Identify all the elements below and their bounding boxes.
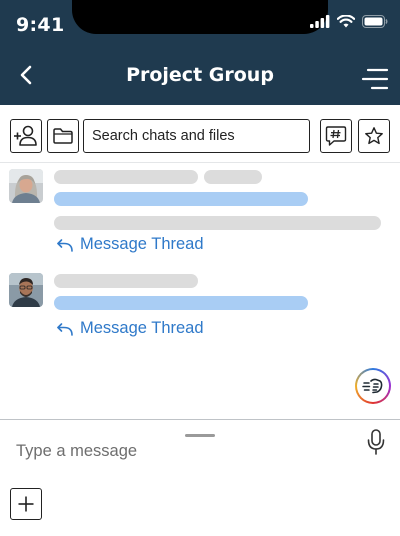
- app-header: 9:41 Project Group: [0, 0, 400, 105]
- message-input[interactable]: Type a message: [16, 442, 336, 464]
- link-placeholder[interactable]: [54, 296, 308, 310]
- menu-icon: [361, 68, 389, 90]
- message-text-placeholder: [54, 216, 381, 230]
- avatar[interactable]: [9, 273, 43, 307]
- user-photo: [9, 273, 43, 307]
- hashtag-chat-icon: [325, 126, 347, 146]
- folder-icon: [53, 128, 73, 144]
- add-user-icon: [14, 125, 37, 146]
- message-input-placeholder: Type a message: [16, 442, 138, 460]
- message-thread-link[interactable]: Message Thread: [56, 319, 204, 338]
- sender-name-placeholder: [54, 274, 198, 288]
- files-button[interactable]: [47, 119, 79, 153]
- timestamp-placeholder: [204, 170, 262, 184]
- status-time: 9:41: [16, 14, 65, 36]
- add-member-button[interactable]: [10, 119, 42, 153]
- search-placeholder: Search chats and files: [92, 128, 235, 144]
- star-icon: [365, 127, 383, 145]
- page-title: Project Group: [126, 64, 274, 86]
- attach-button[interactable]: [10, 488, 42, 520]
- signal-icon: [310, 15, 330, 28]
- avatar[interactable]: [9, 169, 43, 203]
- status-icons: [310, 15, 388, 28]
- menu-button[interactable]: [360, 66, 390, 92]
- voice-button[interactable]: [366, 428, 386, 456]
- favorite-button[interactable]: [358, 119, 390, 153]
- drag-handle[interactable]: [185, 434, 215, 437]
- fab-face: [357, 370, 389, 402]
- speed-hand-icon: [362, 378, 383, 394]
- hashtag-button[interactable]: [320, 119, 352, 153]
- link-placeholder[interactable]: [54, 192, 308, 206]
- message-composer: Type a message: [0, 419, 400, 536]
- wifi-icon: [337, 15, 355, 28]
- microphone-icon: [367, 429, 385, 455]
- chat-toolbar: Search chats and files: [0, 105, 400, 163]
- thread-label: Message Thread: [80, 235, 204, 253]
- thread-label: Message Thread: [80, 319, 204, 337]
- quick-action-button[interactable]: [355, 368, 391, 404]
- sender-name-placeholder: [54, 170, 198, 184]
- reply-arrow-icon: [57, 322, 73, 336]
- device-notch: [72, 0, 328, 34]
- battery-icon: [362, 15, 388, 28]
- reply-arrow-icon: [57, 238, 73, 252]
- search-input[interactable]: Search chats and files: [83, 119, 310, 153]
- user-photo: [9, 169, 43, 203]
- plus-icon: [18, 496, 34, 512]
- message-thread-link[interactable]: Message Thread: [56, 235, 204, 254]
